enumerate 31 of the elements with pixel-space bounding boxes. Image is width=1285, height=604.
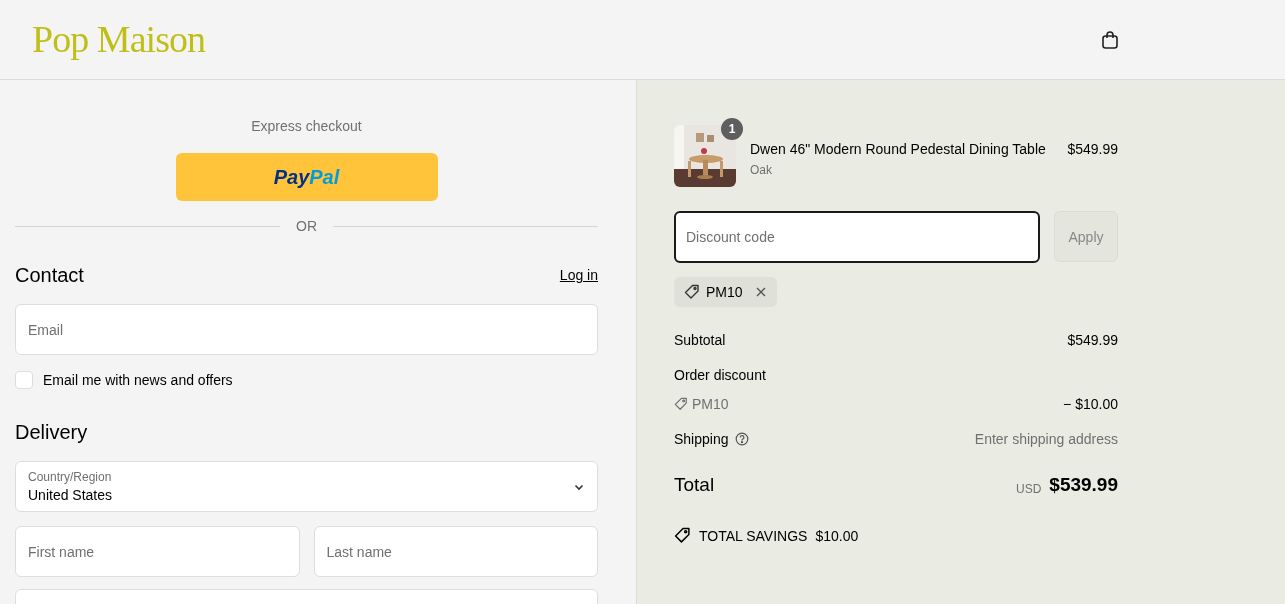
discount-code: PM10 <box>692 395 729 414</box>
quantity-badge: 1 <box>721 118 743 140</box>
login-link[interactable]: Log in <box>559 265 598 285</box>
product-variant: Oak <box>750 162 773 178</box>
divider-label: OR <box>295 217 318 236</box>
product-price: $549.99 <box>1067 140 1118 159</box>
summary-label: Subtotal <box>674 331 726 350</box>
country-select[interactable]: Country/Region United States <box>15 461 598 512</box>
discount-code: PM10 <box>706 283 743 302</box>
summary-label: Order discount <box>674 366 767 385</box>
summary-value: − $10.00 <box>1063 395 1118 414</box>
summary-value: $549.99 <box>1067 331 1118 350</box>
savings-value: $10.00 <box>815 526 859 546</box>
total-value: $539.99 <box>1049 473 1118 497</box>
paypal-button[interactable]: PayPal <box>175 153 438 201</box>
field-value: United States <box>28 485 113 505</box>
summary-label: Shipping <box>674 430 729 449</box>
last-name-field[interactable]: Last name <box>313 526 598 577</box>
checkbox-label: Email me with news and offers <box>43 371 233 390</box>
savings-label: TOTAL SAVINGS <box>699 526 808 546</box>
field-label: Country/Region <box>28 468 113 485</box>
total-label: Total <box>674 473 715 497</box>
first-name-field[interactable]: First name <box>15 526 300 577</box>
currency-code: USD <box>1015 480 1042 497</box>
product-name: Dwen 46" Modern Round Pedestal Dining Table <box>750 140 1047 159</box>
section-label: Express checkout <box>251 117 362 136</box>
summary-value: Enter shipping address <box>974 430 1118 449</box>
section-heading: Delivery <box>15 420 89 445</box>
section-heading: Contact <box>15 263 84 288</box>
discount-field[interactable]: Discount code <box>674 211 1040 263</box>
email-field[interactable]: Email <box>15 304 598 355</box>
